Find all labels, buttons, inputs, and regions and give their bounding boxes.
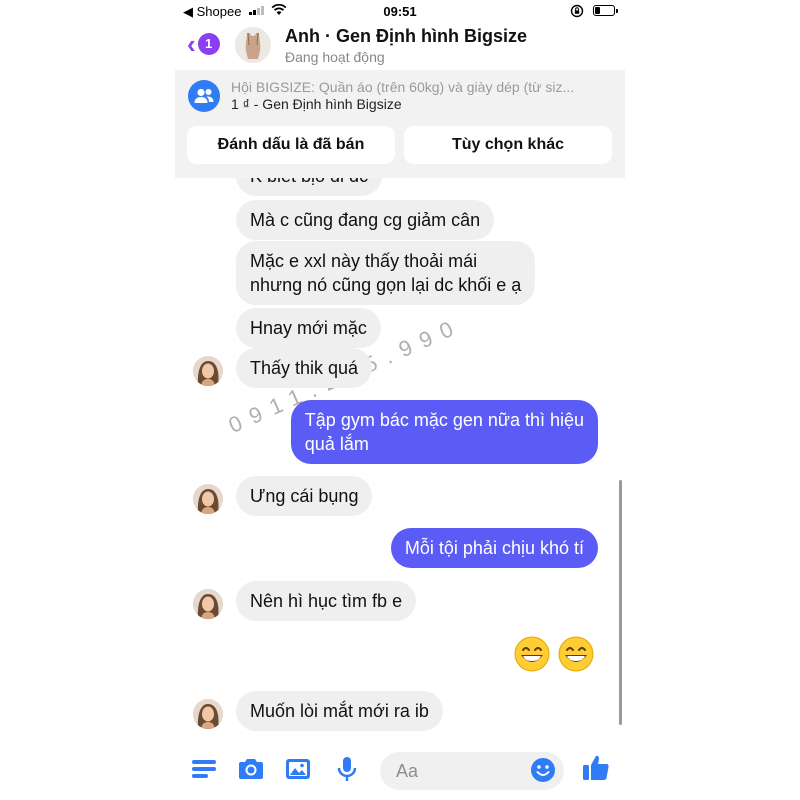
shapewear-image: [235, 27, 271, 63]
gallery-icon[interactable]: [283, 754, 313, 784]
back-button[interactable]: ‹ 1: [187, 31, 220, 57]
unread-badge: 1: [197, 33, 220, 55]
chat-header: ‹ 1 Anh · Gen Định hình Bigsize Đang hoạ…: [175, 22, 625, 70]
like-icon[interactable]: [580, 752, 612, 784]
incoming-message[interactable]: Nên hì hục tìm fb e: [236, 581, 417, 621]
chevron-left-icon: ‹: [187, 29, 196, 59]
sender-avatar[interactable]: [193, 484, 223, 514]
microphone-icon[interactable]: [332, 754, 362, 784]
outgoing-message[interactable]: Mỗi tội phải chịu khó tí: [390, 528, 598, 568]
incoming-message[interactable]: Muốn lòi mắt mới ra ib: [236, 691, 443, 731]
scrollbar[interactable]: [619, 480, 622, 725]
product-panel: Hội BIGSIZE: Quần áo (trên 60kg) và giày…: [175, 70, 625, 178]
menu-icon[interactable]: [189, 754, 219, 784]
incoming-message[interactable]: Mà c cũng đang cg giảm cân: [236, 200, 495, 240]
sender-avatar[interactable]: [193, 356, 223, 386]
phone-screen: ◀ Shopee 09:51 ‹ 1 Anh · Gen Định hình B…: [175, 0, 625, 800]
group-icon: [188, 80, 220, 112]
incoming-message[interactable]: K biết bịo đi đc: [236, 178, 383, 196]
battery-level: [595, 7, 601, 14]
grinning-emoji: [558, 636, 594, 672]
orientation-lock-icon: [570, 4, 584, 18]
incoming-message[interactable]: Thấy thik quá: [236, 348, 373, 388]
message-list[interactable]: 0911.255.990 K biết bịo đi đcMà c cũng đ…: [175, 178, 625, 742]
incoming-message[interactable]: Hnay mới mặc: [236, 308, 381, 348]
incoming-message[interactable]: Ưng cái bụng: [236, 476, 373, 516]
outgoing-message[interactable]: Tập gym bác mặc gen nữa thì hiệu quả lắm: [290, 400, 598, 464]
chat-title[interactable]: Anh · Gen Định hình Bigsize: [285, 26, 527, 47]
group-name[interactable]: Hội BIGSIZE: Quần áo (trên 60kg) và giày…: [231, 79, 601, 95]
sender-avatar[interactable]: [193, 589, 223, 619]
camera-icon[interactable]: [236, 754, 266, 784]
status-bar: ◀ Shopee 09:51: [175, 0, 625, 22]
product-avatar[interactable]: [235, 27, 271, 63]
clock: 09:51: [383, 4, 417, 19]
active-status: Đang hoạt động: [285, 49, 385, 65]
more-options-button[interactable]: Tùy chọn khác: [404, 126, 612, 164]
sender-avatar[interactable]: [193, 699, 223, 729]
composer-bar: [175, 742, 625, 800]
battery-icon: [593, 5, 618, 16]
product-price-name[interactable]: 1 ₫ - Gen Định hình Bigsize: [231, 96, 402, 112]
emoji-icon[interactable]: [530, 757, 556, 783]
incoming-message[interactable]: Mặc e xxl này thấy thoải mái nhưng nó cũn…: [236, 241, 536, 305]
mark-sold-button[interactable]: Đánh dấu là đã bán: [187, 126, 395, 164]
grinning-emoji: [514, 636, 550, 672]
